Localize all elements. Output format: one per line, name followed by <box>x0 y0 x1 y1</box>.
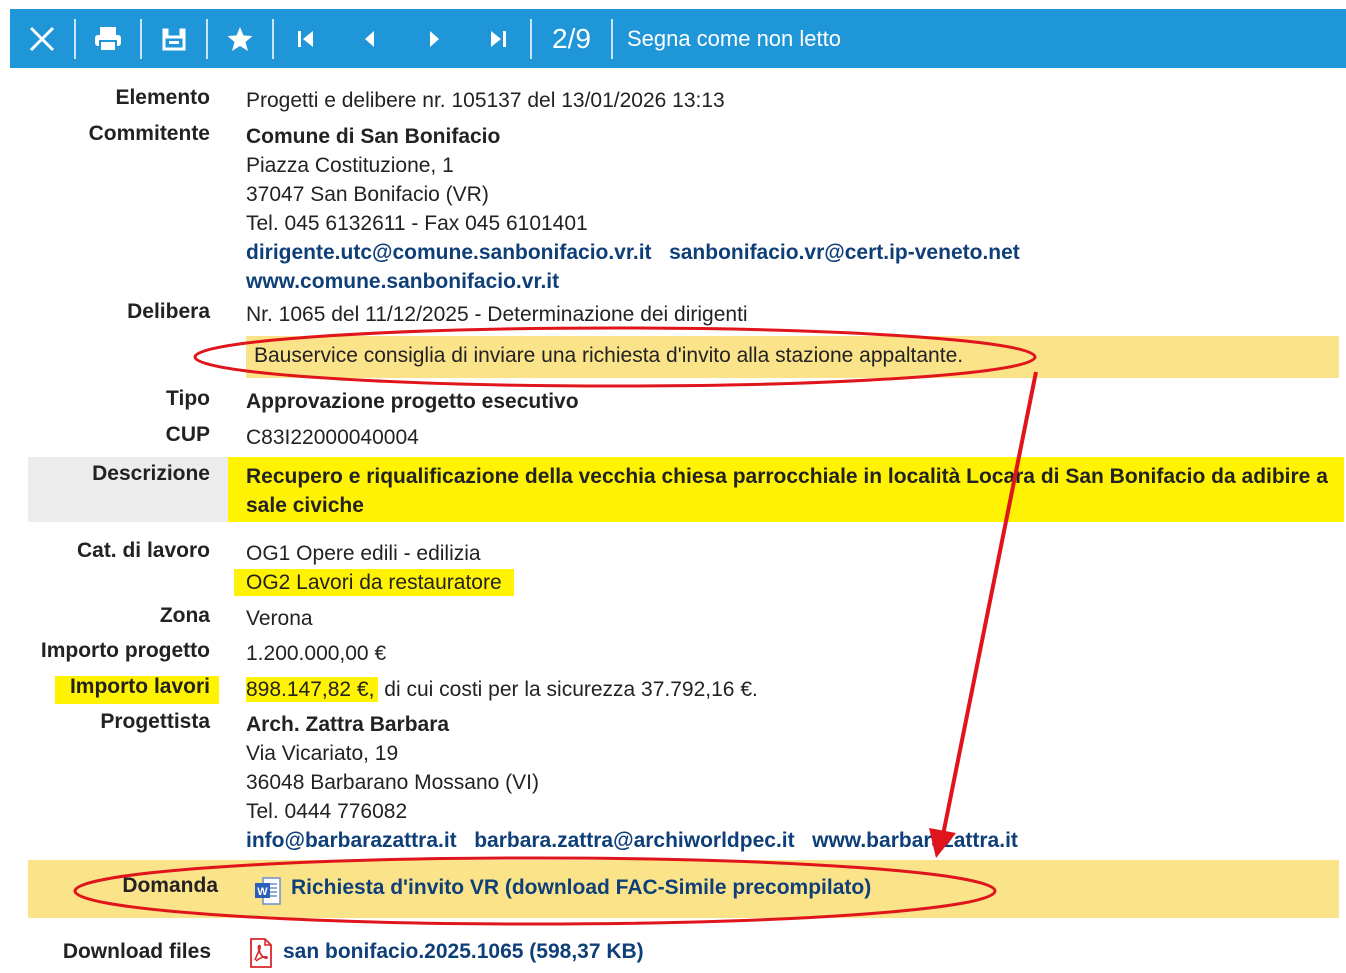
label-tipo: Tipo <box>166 387 210 410</box>
download-file-link[interactable]: san bonifacio.2025.1065 (598,37 KB) <box>283 940 644 964</box>
importo-lavori-value: 898.147,82 €, di cui costi per la sicure… <box>246 675 758 704</box>
cat-og1: OG1 Opere edili - edilizia <box>246 542 481 565</box>
label-delibera: Delibera <box>127 300 210 323</box>
progettista-address: Via Vicariato, 19 <box>246 742 399 765</box>
progettista-email-link[interactable]: info@barbarazattra.it <box>246 829 457 852</box>
committente-email-link[interactable]: dirigente.utc@comune.sanbonifacio.vr.it <box>246 241 652 264</box>
label-committente: Commitente <box>88 122 210 145</box>
pdf-icon <box>248 938 274 973</box>
importo-progetto-value: 1.200.000,00 € <box>246 642 387 665</box>
label-importo-progetto: Importo progetto <box>40 639 210 662</box>
descrizione-line-2: sale civiche <box>246 494 364 517</box>
cat-og2: OG2 Lavori da restauratore <box>234 569 514 596</box>
label-importo-lavori: Importo lavori <box>69 675 210 698</box>
star-icon <box>227 26 253 51</box>
last-button[interactable] <box>466 9 530 68</box>
committente-block: Comune di San Bonifacio Piazza Costituzi… <box>246 122 1020 296</box>
prev-button[interactable] <box>338 9 402 68</box>
prev-icon <box>365 30 374 47</box>
save-icon <box>162 28 186 50</box>
word-doc-icon: W <box>254 876 282 911</box>
favorite-button[interactable] <box>208 9 272 68</box>
committente-pec-link[interactable]: sanbonifacio.vr@cert.ip-veneto.net <box>669 241 1020 264</box>
advice-text: Bauservice consiglia di inviare una rich… <box>254 344 964 367</box>
advice-banner: Bauservice consiglia di inviare una rich… <box>246 336 1339 378</box>
importo-lavori-rest: di cui costi per la sicurezza 37.792,16 … <box>378 678 758 701</box>
next-icon <box>430 30 439 47</box>
label-zona: Zona <box>159 604 210 627</box>
committente-address: Piazza Costituzione, 1 <box>246 154 454 177</box>
label-domanda: Domanda <box>122 874 218 897</box>
label-cat: Cat. di lavoro <box>76 539 210 562</box>
close-icon <box>29 26 55 51</box>
progettista-web-link[interactable]: www.barbarazattra.it <box>812 829 1018 852</box>
descrizione-value: Recupero e riqualificazione della vecchi… <box>246 462 1328 520</box>
last-icon <box>491 30 506 47</box>
save-button[interactable] <box>142 9 206 68</box>
cup-value: C83I22000040004 <box>246 426 419 449</box>
page-indicator: 2/9 <box>552 22 591 54</box>
label-download: Download files <box>62 940 211 963</box>
print-button[interactable] <box>76 9 140 68</box>
progettista-phone: Tel. 0444 776082 <box>246 800 408 823</box>
label-descrizione: Descrizione <box>92 462 210 485</box>
committente-phone: Tel. 045 6132611 - Fax 045 6101401 <box>246 212 588 235</box>
committente-city: 37047 San Bonifacio (VR) <box>246 183 489 206</box>
progettista-pec-link[interactable]: barbara.zattra@archiworldpec.it <box>474 829 794 852</box>
domanda-download-link[interactable]: Richiesta d'invito VR (download FAC-Simi… <box>291 876 871 900</box>
toolbar: 2/9 Segna come non letto <box>10 9 1346 68</box>
svg-text:W: W <box>257 886 268 898</box>
first-button[interactable] <box>274 9 338 68</box>
label-elemento: Elemento <box>115 86 210 109</box>
mark-unread-button[interactable]: Segna come non letto <box>613 26 841 52</box>
descrizione-line-1: Recupero e riqualificazione della vecchi… <box>246 465 1328 488</box>
delibera-value: Nr. 1065 del 11/12/2025 - Determinazione… <box>246 303 748 326</box>
label-cup: CUP <box>165 423 210 446</box>
importo-lavori-amount: 898.147,82 €, <box>246 677 379 702</box>
first-icon <box>298 30 313 47</box>
committente-name: Comune di San Bonifacio <box>246 125 501 148</box>
progettista-city: 36048 Barbarano Mossano (VI) <box>246 771 540 794</box>
next-button[interactable] <box>402 9 466 68</box>
tipo-value: Approvazione progetto esecutivo <box>246 390 579 413</box>
progettista-name: Arch. Zattra Barbara <box>246 713 450 736</box>
committente-web-link[interactable]: www.comune.sanbonifacio.vr.it <box>246 270 559 293</box>
progettista-block: Arch. Zattra Barbara Via Vicariato, 19 3… <box>246 710 1018 855</box>
label-progettista: Progettista <box>100 710 210 733</box>
zona-value: Verona <box>246 607 313 630</box>
print-icon <box>95 26 121 52</box>
elemento-value: Progetti e delibere nr. 105137 del 13/01… <box>246 89 725 112</box>
cat-block: OG1 Opere edili - edilizia OG2 Lavori da… <box>234 539 514 597</box>
close-button[interactable] <box>10 9 74 68</box>
